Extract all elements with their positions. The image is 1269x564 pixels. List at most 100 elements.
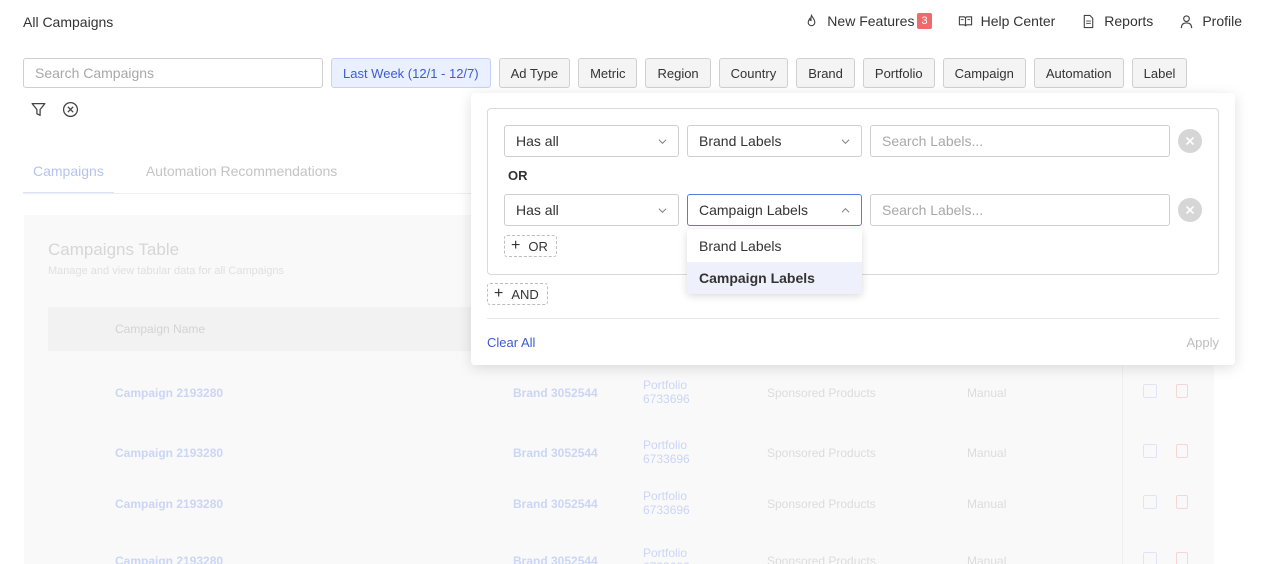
main-tabs: Campaigns Automation Recommendations [23, 163, 347, 194]
cell-brand[interactable]: Brand 3052544 [513, 497, 598, 511]
chip-ad-type[interactable]: Ad Type [498, 58, 571, 88]
plus-icon: + [511, 237, 521, 254]
chip-label[interactable]: Label [1131, 58, 1188, 88]
cell-portfolio[interactable]: Portfolio 6733696 [643, 378, 713, 406]
apply-button[interactable]: Apply [1186, 335, 1219, 350]
popover-divider [487, 318, 1219, 319]
chip-date-range[interactable]: Last Week (12/1 - 12/7) [331, 58, 491, 88]
table-row[interactable]: Campaign 2193280 Brand 3052544 Portfolio… [48, 489, 1208, 533]
chevron-up-icon [841, 207, 850, 213]
or-separator: OR [508, 168, 528, 183]
condition-select-1[interactable]: Has all [504, 125, 679, 157]
search-campaigns-input[interactable] [23, 58, 323, 88]
cell-portfolio[interactable]: Portfolio 6733696 [643, 546, 713, 564]
label-type-select-1-value: Brand Labels [699, 133, 782, 149]
label-type-select-2[interactable]: Campaign Labels [687, 194, 862, 226]
cell-brand[interactable]: Brand 3052544 [513, 554, 598, 564]
flame-icon [807, 13, 816, 26]
chip-brand[interactable]: Brand [796, 58, 855, 88]
column-campaign-name: Campaign Name [115, 322, 206, 336]
table-row[interactable]: Campaign 2193280 Brand 3052544 Portfolio… [48, 546, 1208, 564]
chip-portfolio[interactable]: Portfolio [862, 58, 935, 88]
table-row[interactable]: Campaign 2193280 Brand 3052544 Portfolio… [48, 378, 1208, 422]
cell-campaign-name[interactable]: Campaign 2193280 [115, 554, 223, 564]
nav-profile-label: Profile [1202, 13, 1242, 29]
cell-automation: Manual [967, 497, 1007, 511]
close-icon [1185, 136, 1195, 146]
cell-campaign-name[interactable]: Campaign 2193280 [115, 446, 223, 460]
chip-region[interactable]: Region [645, 58, 711, 88]
label-search-input-1[interactable] [870, 125, 1170, 157]
user-icon [1181, 14, 1193, 28]
filter-actions [30, 101, 79, 118]
dropdown-option-brand-labels[interactable]: Brand Labels [687, 230, 862, 262]
page: All Campaigns New Features 3 Help Center… [0, 0, 1269, 564]
table-row[interactable]: Campaign 2193280 Brand 3052544 Portfolio… [48, 438, 1208, 482]
chip-automation[interactable]: Automation [1033, 58, 1124, 88]
clear-circle-icon[interactable] [62, 101, 79, 118]
edit-icon[interactable] [1143, 384, 1157, 398]
remove-condition-button-2[interactable] [1178, 198, 1202, 222]
trash-icon[interactable] [1176, 384, 1188, 398]
chip-metric[interactable]: Metric [578, 58, 638, 88]
add-and-button[interactable]: + AND [487, 283, 548, 305]
trash-icon[interactable] [1176, 495, 1188, 509]
edit-icon[interactable] [1143, 444, 1157, 458]
cell-brand[interactable]: Brand 3052544 [513, 446, 598, 460]
add-or-button[interactable]: + OR [504, 235, 557, 257]
label-search-input-2[interactable] [870, 194, 1170, 226]
label-type-dropdown-menu: Brand Labels Campaign Labels [687, 229, 862, 294]
trash-icon[interactable] [1176, 552, 1188, 564]
condition-select-2[interactable]: Has all [504, 194, 679, 226]
condition-select-1-value: Has all [516, 133, 559, 149]
filter-icon[interactable] [30, 101, 47, 118]
trash-icon[interactable] [1176, 444, 1188, 458]
chip-country[interactable]: Country [718, 58, 789, 88]
chip-campaign[interactable]: Campaign [942, 58, 1026, 88]
book-icon [958, 15, 972, 26]
cell-portfolio[interactable]: Portfolio 6733696 [643, 438, 713, 466]
nav-reports-label: Reports [1104, 13, 1154, 29]
nav-profile[interactable]: Profile [1179, 13, 1242, 29]
nav-reports[interactable]: Reports [1081, 13, 1153, 29]
cell-brand[interactable]: Brand 3052544 [513, 386, 598, 400]
nav-help-center[interactable]: Help Center [958, 13, 1056, 29]
nav-new-features[interactable]: New Features 3 [804, 13, 932, 29]
label-type-select-1[interactable]: Brand Labels [687, 125, 862, 157]
cell-automation: Manual [967, 386, 1007, 400]
clear-all-button[interactable]: Clear All [487, 335, 535, 350]
chevron-down-icon [658, 208, 667, 214]
chevron-down-icon [658, 139, 667, 145]
chevron-down-icon [841, 139, 850, 145]
add-and-label: AND [511, 286, 539, 302]
tab-campaigns[interactable]: Campaigns [23, 163, 114, 194]
cell-portfolio[interactable]: Portfolio 6733696 [643, 489, 713, 517]
cell-ad-type: Sponsored Products [767, 386, 876, 400]
dropdown-option-campaign-labels[interactable]: Campaign Labels [687, 262, 862, 294]
cell-campaign-name[interactable]: Campaign 2193280 [115, 497, 223, 511]
plus-icon: + [494, 285, 504, 302]
cell-ad-type: Sponsored Products [767, 497, 876, 511]
top-nav: New Features 3 Help Center Reports Profi… [778, 13, 1242, 29]
close-icon [1185, 205, 1195, 215]
page-title: All Campaigns [23, 14, 114, 30]
remove-condition-button-1[interactable] [1178, 129, 1202, 153]
nav-new-features-label: New Features [827, 13, 915, 29]
cell-automation: Manual [967, 554, 1007, 564]
cell-ad-type: Sponsored Products [767, 446, 876, 460]
edit-icon[interactable] [1143, 552, 1157, 564]
nav-help-center-label: Help Center [980, 13, 1056, 29]
cell-campaign-name[interactable]: Campaign 2193280 [115, 386, 223, 400]
filter-chips: Last Week (12/1 - 12/7) Ad Type Metric R… [331, 58, 1188, 88]
label-type-select-2-value: Campaign Labels [699, 202, 808, 218]
new-features-badge: 3 [917, 13, 932, 29]
table-subtitle: Manage and view tabular data for all Cam… [48, 265, 285, 277]
add-or-label: OR [528, 238, 548, 254]
tab-automation-recommendations[interactable]: Automation Recommendations [136, 163, 347, 194]
table-title: Campaigns Table [48, 240, 180, 259]
cell-automation: Manual [967, 446, 1007, 460]
condition-select-2-value: Has all [516, 202, 559, 218]
edit-icon[interactable] [1143, 495, 1157, 509]
cell-ad-type: Sponsored Products [767, 554, 876, 564]
document-icon [1084, 14, 1094, 28]
